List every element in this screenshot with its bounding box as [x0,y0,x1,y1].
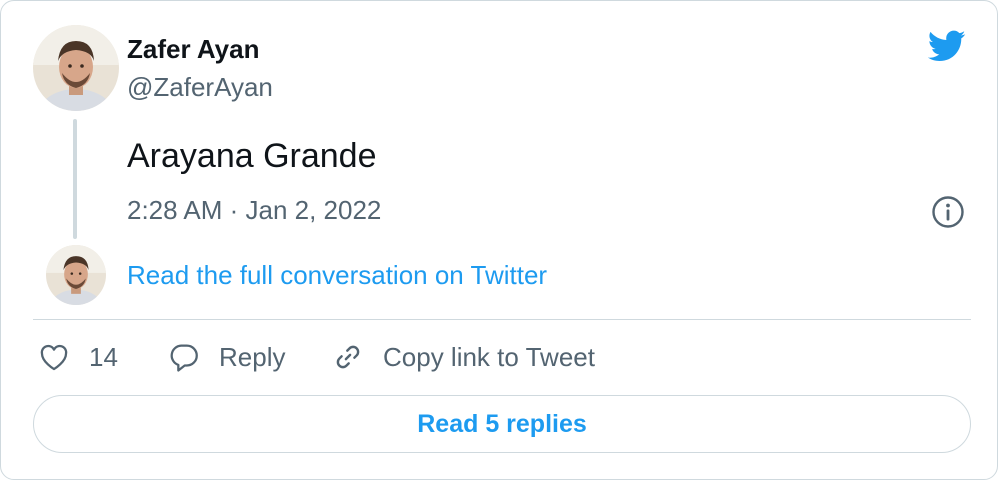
like-count: 14 [89,341,118,372]
reply-button[interactable]: Reply [167,337,285,377]
divider [33,319,971,320]
read-replies-button[interactable]: Read 5 replies [33,395,971,453]
heart-icon [40,344,68,371]
author-name[interactable]: Zafer Ayan [127,34,259,65]
link-icon [336,345,360,369]
avatar-photo-icon [33,25,119,111]
speech-bubble-icon [170,344,198,372]
copy-link-label: Copy link to Tweet [383,341,595,372]
tweet-timestamp[interactable]: 2:28 AM · Jan 2, 2022 [127,195,381,226]
author-avatar[interactable] [33,25,119,111]
author-handle[interactable]: @ZaferAyan [127,72,273,103]
info-icon[interactable] [931,195,965,229]
avatar-photo-icon [46,245,106,305]
tweet-embed-card: Zafer Ayan @ZaferAyan Arayana Grande 2:2… [0,0,998,480]
like-button[interactable]: 14 [37,337,118,377]
tweet-text: Arayana Grande [127,137,377,175]
copy-link-button[interactable]: Copy link to Tweet [331,337,595,377]
read-full-conversation-link[interactable]: Read the full conversation on Twitter [127,260,547,291]
twitter-bird-icon[interactable] [925,27,969,65]
thread-connector-line [73,119,77,239]
conversation-avatar[interactable] [46,245,106,305]
reply-label: Reply [219,341,286,372]
